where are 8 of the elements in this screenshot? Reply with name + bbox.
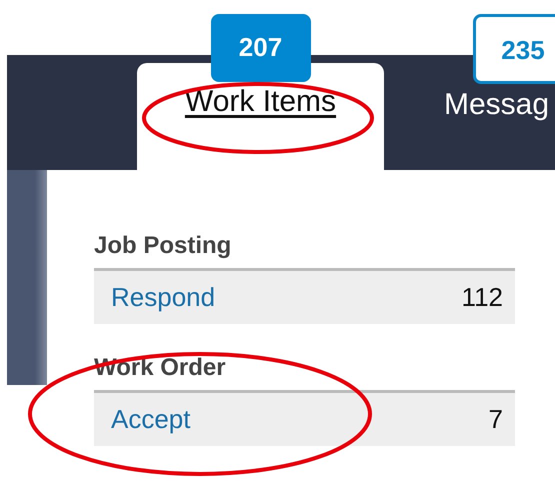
count-badge: 235: [473, 14, 555, 84]
tab[interactable]: Messag: [437, 84, 550, 122]
item-count: 112: [462, 282, 503, 313]
section-title: Job Posting: [94, 232, 232, 261]
action-link[interactable]: Respond: [111, 282, 216, 313]
action-link[interactable]: Accept: [111, 404, 190, 435]
count-badge: 207: [210, 14, 310, 82]
item-count: 7: [488, 404, 503, 435]
